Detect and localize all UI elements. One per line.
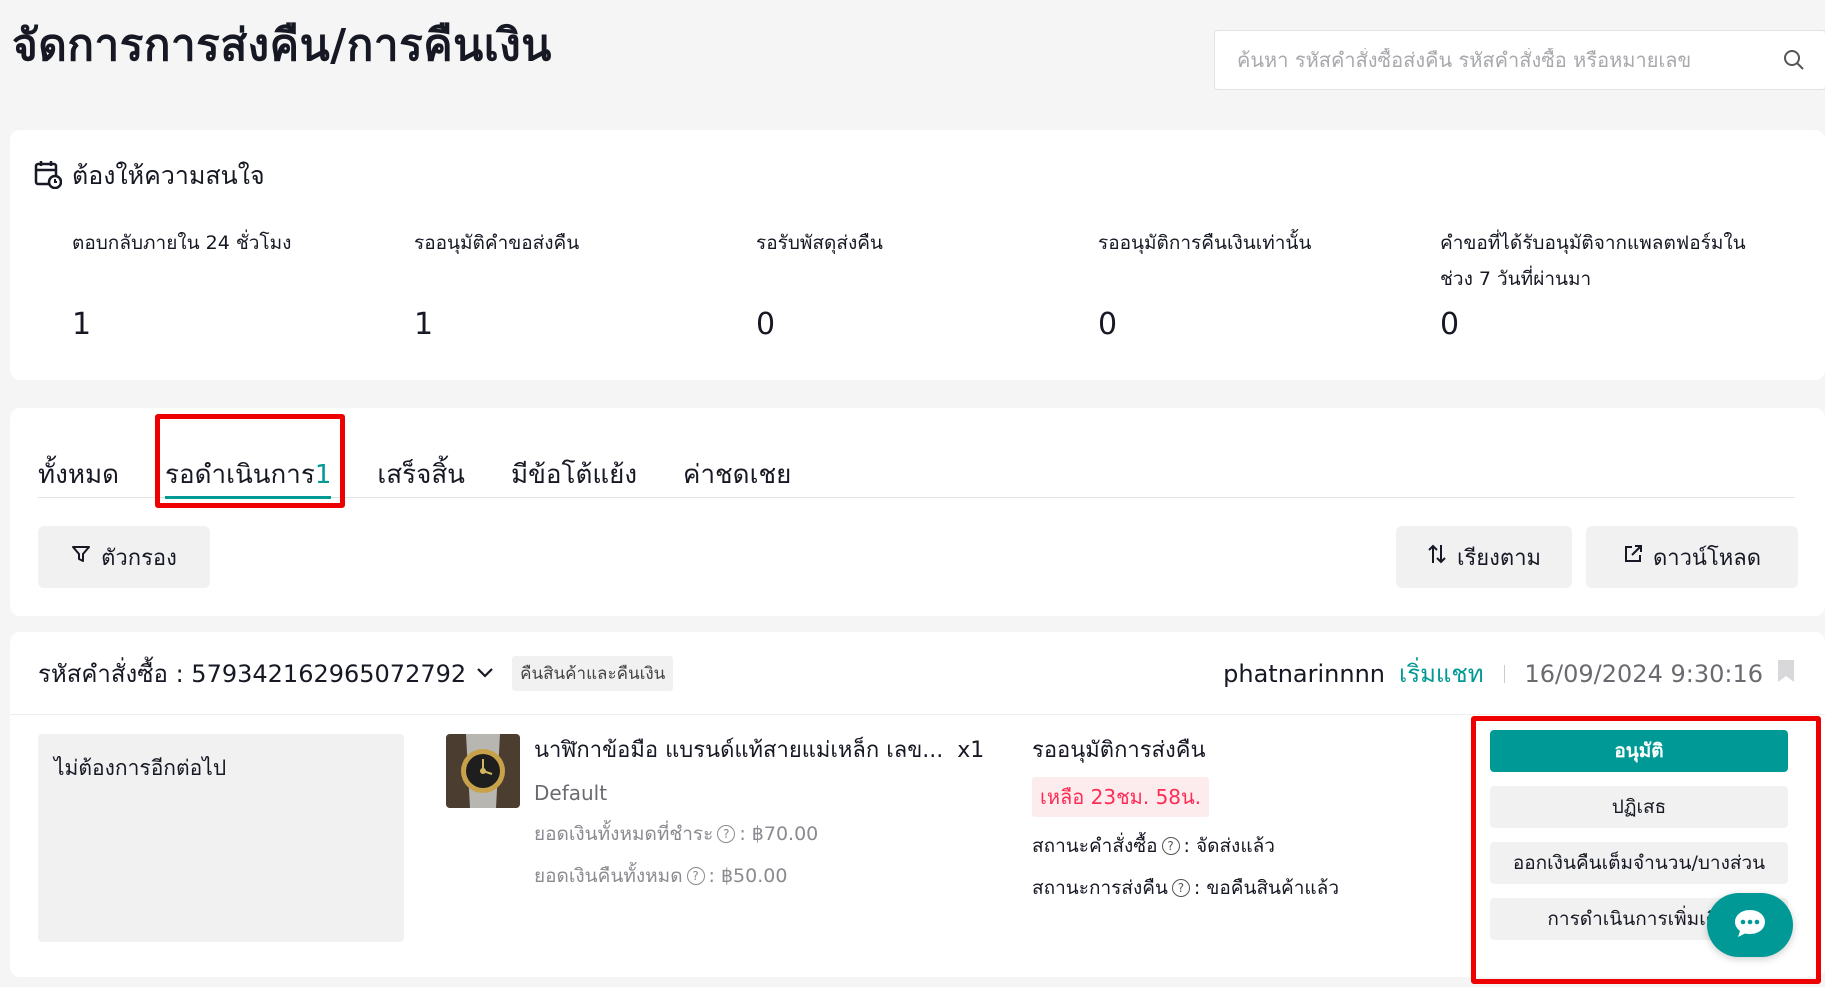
order-header: รหัสคำสั่งซื้อ : 579342162965072792 คืนส…	[38, 654, 674, 693]
metric-value: 1	[414, 307, 434, 342]
chat-bubble-icon	[1732, 907, 1768, 943]
metric-await-return-approval[interactable]: รออนุมัติคำขอส่งคืน 1	[414, 225, 734, 342]
countdown-badge: เหลือ 23ชม. 58น.	[1032, 777, 1210, 817]
metric-value: 0	[1440, 307, 1460, 342]
page-title: จัดการการส่งคืน/การคืนเงิน	[12, 20, 552, 71]
product-qty: x1	[957, 738, 985, 763]
product-info: นาฬิกาข้อมือ แบรนด์แท้สายแม่เหล็ก เลข...…	[534, 732, 984, 891]
metric-await-return-parcel[interactable]: รอรับพัสดุส่งคืน 0	[756, 225, 1076, 342]
metric-value: 0	[1098, 307, 1118, 342]
sort-button[interactable]: เรียงตาม	[1396, 526, 1572, 588]
metric-await-refund-only[interactable]: รออนุมัติการคืนเงินเท่านั้น 0	[1098, 225, 1418, 342]
product-thumbnail[interactable]	[446, 734, 520, 808]
order-status: สถานะคำสั่งซื้อ ? : จัดส่งแล้ว	[1032, 835, 1275, 857]
calendar-icon	[34, 159, 63, 193]
filter-icon	[71, 544, 91, 570]
chat-fab-button[interactable]	[1707, 893, 1793, 957]
attention-title: ต้องให้ความสนใจ	[72, 161, 265, 190]
metric-label: ตอบกลับภายใน 24 ชั่วโมง	[72, 232, 292, 254]
return-type-tag: คืนสินค้าและคืนเงิน	[512, 656, 674, 691]
metric-label: รออนุมัติการคืนเงินเท่านั้น	[1098, 232, 1312, 254]
buyer-name: phatnarinnnn	[1223, 659, 1386, 688]
metric-value: 1	[72, 307, 92, 342]
sort-icon	[1427, 543, 1447, 571]
divider	[1503, 664, 1505, 683]
order-meta: phatnarinnnn เริ่มแชท 16/09/2024 9:30:16	[1223, 654, 1795, 693]
tab-disputed[interactable]: มีข้อโต้แย้ง	[511, 436, 637, 497]
divider	[10, 714, 1825, 715]
metric-platform-approved-7d[interactable]: คำขอที่ได้รับอนุมัติจากแพลตฟอร์มในช่วง 7…	[1440, 225, 1770, 342]
help-icon[interactable]: ?	[686, 867, 705, 885]
tab-label: ค่าชดเชย	[683, 460, 792, 490]
bookmark-icon[interactable]	[1777, 659, 1795, 689]
order-timestamp: 16/09/2024 9:30:16	[1524, 659, 1763, 688]
start-chat-link[interactable]: เริ่มแชท	[1399, 654, 1484, 693]
search-box[interactable]	[1214, 30, 1825, 90]
return-status-info: รออนุมัติการส่งคืน เหลือ 23ชม. 58น. สถาน…	[1032, 732, 1339, 903]
download-label: ดาวน์โหลด	[1652, 545, 1762, 571]
search-input[interactable]	[1237, 48, 1781, 72]
help-icon[interactable]: ?	[1161, 837, 1180, 855]
metric-reply-24h[interactable]: ตอบกลับภายใน 24 ชั่วโมง 1	[72, 225, 392, 342]
download-button[interactable]: ดาวน์โหลด	[1586, 526, 1798, 588]
return-status: สถานะการส่งคืน ? : ขอคืนสินค้าแล้ว	[1032, 877, 1339, 899]
filter-button[interactable]: ตัวกรอง	[38, 526, 210, 588]
sort-label: เรียงตาม	[1456, 545, 1542, 571]
filter-label: ตัวกรอง	[101, 545, 177, 571]
metric-label: รอรับพัสดุส่งคืน	[756, 232, 883, 254]
tab-label: มีข้อโต้แย้ง	[510, 460, 638, 490]
tab-label: ทั้งหมด	[38, 460, 119, 490]
attention-header: ต้องให้ความสนใจ	[34, 156, 265, 196]
search-icon[interactable]	[1781, 47, 1807, 73]
order-id: รหัสคำสั่งซื้อ : 579342162965072792	[38, 660, 467, 688]
metric-label: รออนุมัติคำขอส่งคืน	[414, 232, 580, 254]
metric-value: 0	[756, 307, 776, 342]
total-paid: ยอดเงินทั้งหมดที่ชำระ ? : ฿70.00	[534, 823, 819, 845]
highlight-box-pending-tab	[155, 414, 345, 508]
metric-label: คำขอที่ได้รับอนุมัติจากแพลตฟอร์มในช่วง 7…	[1440, 232, 1746, 290]
product-name[interactable]: นาฬิกาข้อมือ แบรนด์แท้สายแม่เหล็ก เลข...…	[534, 732, 984, 767]
return-reason-text: ไม่ต้องการอีกต่อไป	[54, 756, 227, 780]
tab-label: เสร็จสิ้น	[377, 460, 465, 490]
external-link-icon	[1623, 544, 1643, 570]
return-reason: ไม่ต้องการอีกต่อไป	[38, 734, 404, 942]
product-variant: Default	[534, 781, 608, 805]
chevron-down-icon[interactable]	[476, 664, 494, 683]
attention-panel: ต้องให้ความสนใจ ตอบกลับภายใน 24 ชั่วโมง …	[10, 130, 1825, 380]
return-status-title: รออนุมัติการส่งคืน	[1032, 738, 1206, 763]
help-icon[interactable]: ?	[717, 825, 736, 843]
tab-all[interactable]: ทั้งหมด	[38, 436, 119, 497]
help-icon[interactable]: ?	[1171, 879, 1190, 897]
total-refund: ยอดเงินคืนทั้งหมด ? : ฿50.00	[534, 865, 788, 887]
tab-compensation[interactable]: ค่าชดเชย	[683, 436, 791, 497]
tab-completed[interactable]: เสร็จสิ้น	[377, 436, 465, 497]
